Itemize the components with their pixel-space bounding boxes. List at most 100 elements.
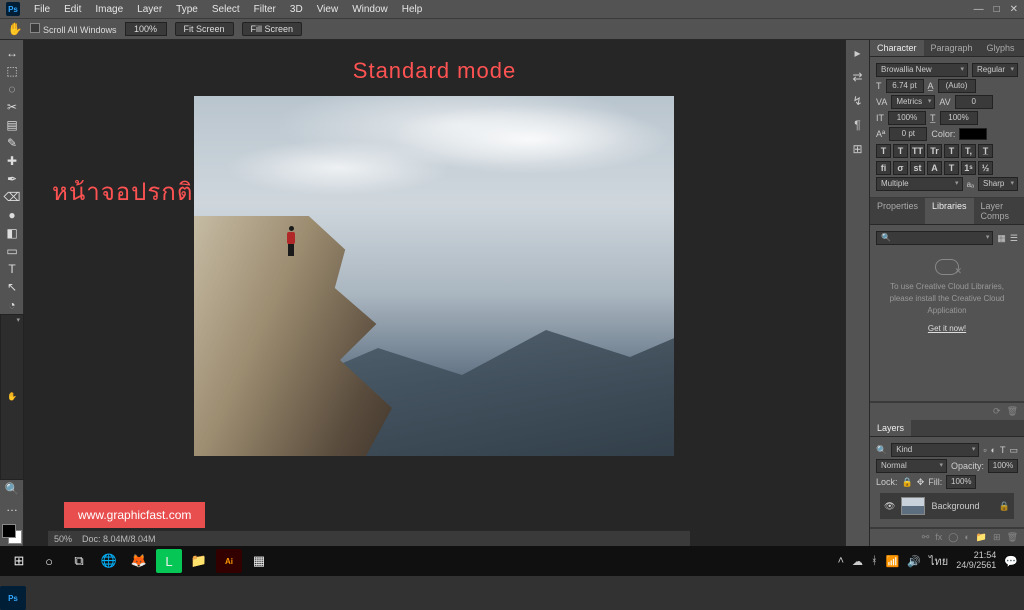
chrome-icon[interactable]: 🌐	[96, 549, 122, 573]
menu-edit[interactable]: Edit	[58, 4, 87, 15]
notifications-icon[interactable]: 💬	[1004, 555, 1018, 568]
tool-eyedropper[interactable]: ✎	[0, 134, 24, 152]
font-style-select[interactable]: Regular	[972, 63, 1018, 77]
fit-screen-button[interactable]: Fit Screen	[175, 22, 234, 36]
ot-a-button[interactable]: A	[927, 161, 942, 175]
tool-brush[interactable]: ✒	[0, 170, 24, 188]
tool-hand[interactable]: ✋	[0, 314, 24, 480]
visibility-icon[interactable]: 👁	[884, 501, 895, 512]
layer-row-background[interactable]: 👁 Background 🔒	[880, 493, 1014, 519]
list-view-icon[interactable]: ☰	[1010, 233, 1018, 244]
photoshop-task-icon[interactable]: Ps	[0, 586, 26, 610]
tray-cloud-icon[interactable]: ☁	[852, 555, 863, 568]
library-search[interactable]: 🔍	[876, 231, 993, 245]
tool-type[interactable]: T	[0, 260, 24, 278]
swatches-icon[interactable]: ⊞	[852, 142, 862, 156]
font-size-field[interactable]: 6.74 pt	[886, 79, 924, 93]
cortana-button[interactable]: ○	[36, 549, 62, 573]
firefox-icon[interactable]: 🦊	[126, 549, 152, 573]
cc-get-it-link[interactable]: Get it now!	[884, 323, 1010, 335]
tray-lang[interactable]: ไทย	[929, 552, 948, 570]
mask-icon[interactable]: ◯	[948, 532, 958, 543]
filter-adj-icon[interactable]: ◐	[991, 445, 996, 455]
history-icon[interactable]: ⇄	[852, 70, 862, 84]
new-layer-icon[interactable]: ⊞	[993, 532, 1001, 543]
fx-icon[interactable]: fx	[935, 532, 942, 543]
kerning-field[interactable]: 0	[955, 95, 993, 109]
vscale-field[interactable]: 100%	[888, 111, 926, 125]
tool-shape[interactable]: ◔	[0, 296, 24, 314]
document-canvas[interactable]	[194, 96, 674, 456]
menu-select[interactable]: Select	[206, 4, 246, 15]
baseline-field[interactable]: 0 pt	[889, 127, 927, 141]
tool-marquee[interactable]: ⬚	[0, 62, 24, 80]
ot-t1-button[interactable]: T	[944, 161, 959, 175]
tray-bt-icon[interactable]: ᚼ	[871, 555, 878, 567]
lock-pos-icon[interactable]: ✥	[917, 477, 925, 488]
canvas-area[interactable]: Standard mode หน้าจอปรกติ www.graphicfas…	[24, 40, 845, 546]
line-icon[interactable]: L	[156, 549, 182, 573]
menu-file[interactable]: File	[28, 4, 56, 15]
subscript-button[interactable]: T,	[961, 144, 976, 158]
close-button[interactable]: ✕	[1010, 4, 1018, 15]
faux-italic-button[interactable]: T	[893, 144, 908, 158]
layer-thumbnail[interactable]	[901, 497, 925, 515]
tool-zoom[interactable]: 🔍	[0, 480, 24, 498]
tab-properties[interactable]: Properties	[870, 198, 925, 224]
delete-layer-icon[interactable]: 🗑	[1007, 532, 1018, 543]
tool-heal[interactable]: ✚	[0, 152, 24, 170]
tab-layers[interactable]: Layers	[870, 420, 911, 436]
illustrator-task-icon[interactable]: Ai	[216, 549, 242, 573]
blend-mode-select[interactable]: Normal	[876, 459, 947, 473]
menu-image[interactable]: Image	[89, 4, 129, 15]
status-zoom[interactable]: 50%	[54, 534, 72, 544]
hand-tool-icon[interactable]: ✋	[8, 22, 22, 36]
fill-field[interactable]: 100%	[946, 475, 976, 489]
opacity-field[interactable]: 100%	[988, 459, 1018, 473]
link-layers-icon[interactable]: ⚯	[922, 532, 930, 543]
ot-1st-button[interactable]: 1ˢ	[961, 161, 976, 175]
taskbar-clock[interactable]: 21:54 24/9/2561	[956, 551, 996, 571]
taskview-button[interactable]: ⧉	[66, 549, 92, 573]
menu-filter[interactable]: Filter	[248, 4, 282, 15]
menu-layer[interactable]: Layer	[131, 4, 168, 15]
menu-3d[interactable]: 3D	[284, 4, 309, 15]
menu-help[interactable]: Help	[396, 4, 429, 15]
tool-more[interactable]: …	[0, 498, 24, 516]
lock-icon[interactable]: 🔒	[999, 501, 1010, 512]
superscript-button[interactable]: T	[944, 144, 959, 158]
adjustment-icon[interactable]: ◐	[964, 532, 969, 543]
tab-character[interactable]: Character	[870, 40, 924, 56]
tab-layer-comps[interactable]: Layer Comps	[974, 198, 1024, 224]
font-family-select[interactable]: Browallia New	[876, 63, 968, 77]
menu-window[interactable]: Window	[346, 4, 394, 15]
tab-paragraph[interactable]: Paragraph	[924, 40, 980, 56]
lib-sync-icon[interactable]: ⟳	[993, 406, 1001, 417]
layers-kind-select[interactable]: Kind	[891, 443, 979, 457]
ot-o-button[interactable]: σ	[893, 161, 908, 175]
start-button[interactable]: ⊞	[6, 549, 32, 573]
paragraph-icon[interactable]: ¶	[854, 118, 860, 132]
filter-shape-icon[interactable]: ▭	[1009, 445, 1018, 456]
ot-st-button[interactable]: st	[910, 161, 925, 175]
strikethrough-button[interactable]: T̲	[978, 144, 993, 158]
actions-icon[interactable]: ↯	[852, 94, 862, 108]
foreground-swatch[interactable]	[2, 524, 16, 538]
antialias-select[interactable]: Sharp	[978, 177, 1018, 191]
tray-chevron-icon[interactable]: ˄	[838, 555, 844, 567]
ot-frac-button[interactable]: ½	[978, 161, 993, 175]
grid-view-icon[interactable]: ▦	[997, 233, 1006, 244]
menu-type[interactable]: Type	[170, 4, 204, 15]
pinned-app-icon[interactable]: ▦	[246, 549, 272, 573]
text-color-swatch[interactable]	[959, 128, 987, 140]
fill-screen-button[interactable]: Fill Screen	[242, 22, 303, 36]
ot-fi-button[interactable]: fi	[876, 161, 891, 175]
leading-field[interactable]: (Auto)	[938, 79, 976, 93]
tray-wifi-icon[interactable]: 📶	[886, 555, 900, 568]
scroll-all-checkbox[interactable]	[30, 23, 40, 33]
tool-frame[interactable]: ▤	[0, 116, 24, 134]
tracking-select[interactable]: Metrics	[891, 95, 935, 109]
minimize-button[interactable]: —	[974, 4, 984, 15]
filter-type-icon[interactable]: T	[1000, 445, 1006, 455]
tool-stamp[interactable]: ⌫	[0, 188, 24, 206]
